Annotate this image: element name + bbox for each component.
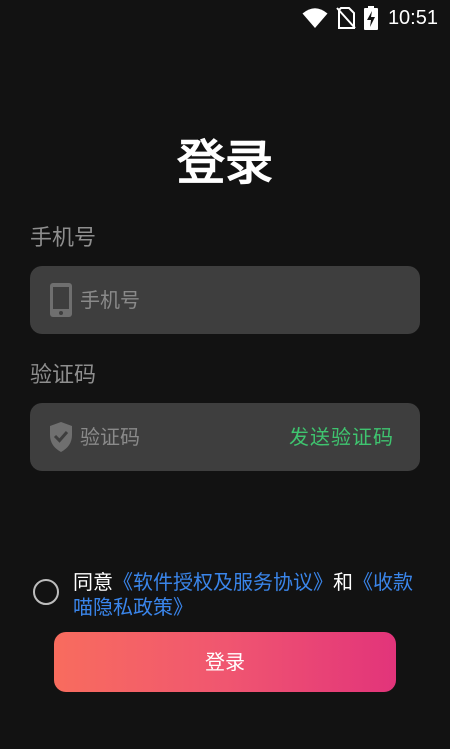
status-time: 10:51 [387, 6, 438, 29]
code-field[interactable]: 发送验证码 [30, 403, 420, 471]
agree-checkbox[interactable] [33, 579, 59, 605]
agreement-text: 同意《软件授权及服务协议》和《收款喵隐私政策》 [73, 570, 413, 620]
agreement-prefix: 同意 [73, 570, 113, 594]
no-sim-icon [336, 7, 356, 29]
battery-charging-icon [363, 6, 378, 30]
page-title: 登录 [176, 135, 273, 191]
status-icons: 10:51 [302, 6, 438, 30]
status-bar: 10:51 [0, 0, 450, 36]
phone-icon [48, 283, 74, 317]
login-button[interactable]: 登录 [54, 632, 396, 692]
terms-link[interactable]: 《软件授权及服务协议》 [113, 570, 333, 594]
code-input[interactable] [80, 403, 260, 471]
phone-label: 手机号 [30, 226, 97, 251]
send-code-button[interactable]: 发送验证码 [289, 403, 394, 471]
shield-check-icon [48, 420, 74, 454]
agreement-conjunction: 和 [333, 570, 353, 594]
wifi-icon [302, 7, 328, 29]
agreement-row: 同意《软件授权及服务协议》和《收款喵隐私政策》 [33, 570, 423, 620]
phone-field[interactable] [30, 266, 420, 334]
phone-input[interactable] [80, 266, 400, 334]
code-label: 验证码 [30, 363, 97, 388]
